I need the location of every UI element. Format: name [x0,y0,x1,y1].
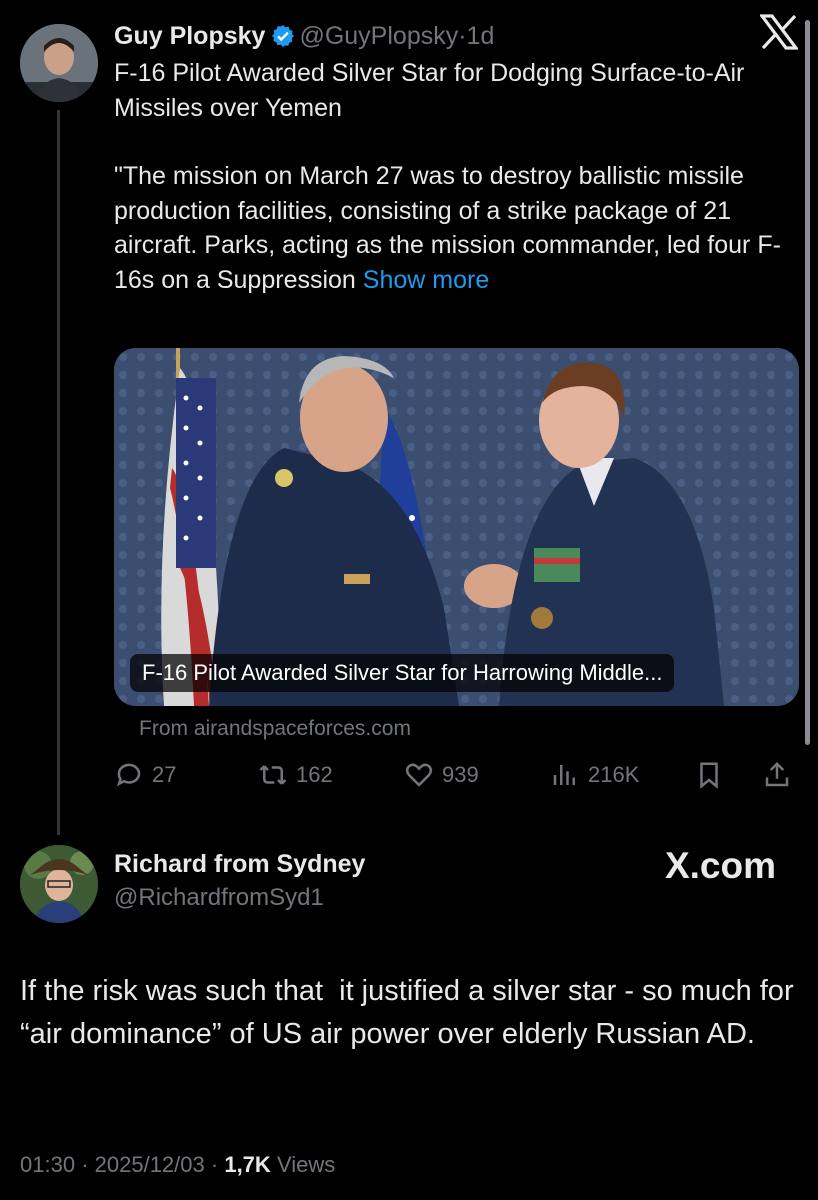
reply-views-count: 1,7K [224,1152,271,1177]
tweet-headline: F-16 Pilot Awarded Silver Star for Dodgi… [114,59,745,122]
repost-button[interactable]: 162 [258,760,333,790]
repost-count: 162 [296,762,333,787]
author-header: Guy Plopsky @GuyPlopsky·1d [114,20,494,52]
show-more-link[interactable]: Show more [363,266,489,294]
reply-author-avatar[interactable] [20,845,98,923]
reply-time[interactable]: 01:30 [20,1152,75,1177]
views-button[interactable]: 216K [550,760,639,790]
bookmark-button[interactable] [694,760,732,790]
verified-badge-icon [272,25,295,47]
reply-button[interactable]: 27 [114,760,176,790]
author-name[interactable]: Guy Plopsky [114,22,265,50]
author-handle[interactable]: @GuyPlopsky [299,22,458,50]
share-button[interactable] [762,760,800,790]
tweet-body: F-16 Pilot Awarded Silver Star for Dodgi… [114,56,794,297]
reply-body: If the risk was such that it justified a… [20,975,802,1050]
reply-date[interactable]: 2025/12/03 [95,1152,205,1177]
repost-icon [259,765,287,785]
reply-views-label: Views [276,1152,336,1177]
scrollbar[interactable] [805,20,810,745]
meta-separator: · [210,1152,219,1177]
card-source[interactable]: From airandspaceforces.com [139,717,411,741]
x-logo-icon [758,14,800,60]
share-icon [765,761,789,787]
tweet-quote: "The mission on March 27 was to destroy … [114,159,794,297]
card-caption: F-16 Pilot Awarded Silver Star for Harro… [130,654,675,692]
reply-author-name[interactable]: Richard from Sydney [114,850,365,879]
meta-separator: · [458,22,467,50]
reply-author-handle[interactable]: @RichardfromSyd1 [114,884,324,912]
reply-meta: 01:30 · 2025/12/03 · 1,7K Views [20,1152,335,1178]
thread-connector-line [57,110,60,835]
heart-icon [405,763,433,787]
tweet-actions: 27 162 939 216K [114,760,804,794]
like-button[interactable]: 939 [404,760,479,790]
link-preview-card[interactable]: F-16 Pilot Awarded Silver Star for Harro… [114,348,799,706]
x-com-watermark: X.com [664,845,776,886]
tweet-time[interactable]: 1d [467,22,495,50]
meta-separator: · [81,1152,89,1177]
reply-icon [116,763,141,787]
author-avatar[interactable] [20,24,98,102]
reply-count: 27 [152,762,177,787]
ceremony-photo [114,348,799,706]
views-chart-icon [553,765,575,785]
views-count: 216K [588,762,640,787]
bookmark-icon [700,762,718,789]
like-count: 939 [442,762,479,787]
